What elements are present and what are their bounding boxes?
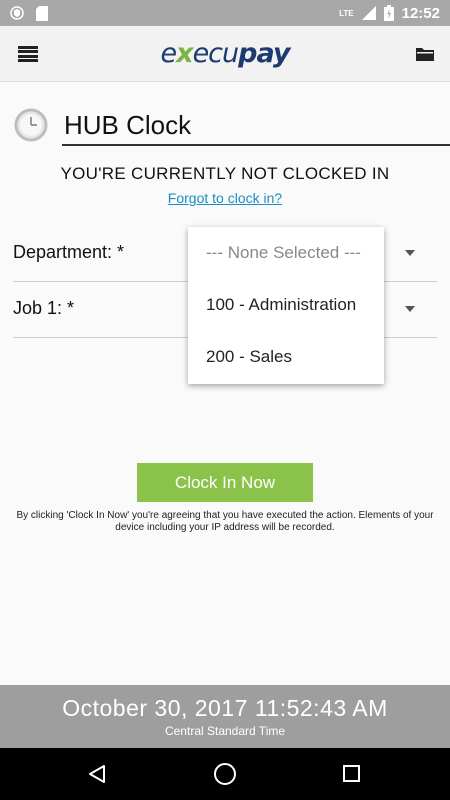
sd-card-icon xyxy=(36,5,48,21)
home-icon[interactable] xyxy=(214,763,236,785)
network-label: LTE xyxy=(339,8,354,18)
current-datetime: October 30, 2017 11:52:43 AM xyxy=(62,695,388,721)
timezone-label: Central Standard Time xyxy=(164,724,286,738)
status-bar: LTE 12:52 xyxy=(0,0,450,26)
clock-in-button[interactable]: Clock In Now xyxy=(137,463,313,502)
battery-charging-icon xyxy=(383,5,394,21)
folder-icon[interactable] xyxy=(416,46,434,61)
dropdown-option-sales[interactable]: 200 - Sales xyxy=(188,331,384,383)
page-title: HUB Clock xyxy=(64,110,192,140)
chevron-down-icon xyxy=(405,306,415,312)
department-label: Department: * xyxy=(13,242,125,262)
datetime-footer: October 30, 2017 11:52:43 AM Central Sta… xyxy=(0,685,450,748)
brand-logo: execupay xyxy=(160,38,291,69)
system-nav-bar xyxy=(0,748,450,800)
shield-icon xyxy=(10,6,24,20)
disclaimer-text: By clicking 'Clock In Now' you're agreei… xyxy=(16,510,434,533)
title-row: HUB Clock xyxy=(14,106,450,148)
dropdown-option-administration[interactable]: 100 - Administration xyxy=(188,279,384,331)
department-dropdown-menu: --- None Selected --- 100 - Administrati… xyxy=(188,227,384,384)
back-icon[interactable] xyxy=(86,763,108,785)
app-bar: execupay xyxy=(0,26,450,82)
signal-icon xyxy=(361,6,376,20)
status-time: 12:52 xyxy=(401,4,440,22)
dropdown-option-none[interactable]: --- None Selected --- xyxy=(188,227,384,279)
title-underline xyxy=(62,144,450,146)
clock-icon xyxy=(14,108,48,142)
clock-status-message: YOU'RE CURRENTLY NOT CLOCKED IN xyxy=(60,164,390,183)
job-label: Job 1: * xyxy=(13,298,75,318)
hamburger-icon[interactable] xyxy=(18,46,38,62)
forgot-clock-in-link[interactable]: Forgot to clock in? xyxy=(0,190,450,206)
recent-apps-icon[interactable] xyxy=(343,765,360,782)
chevron-down-icon xyxy=(405,250,415,256)
